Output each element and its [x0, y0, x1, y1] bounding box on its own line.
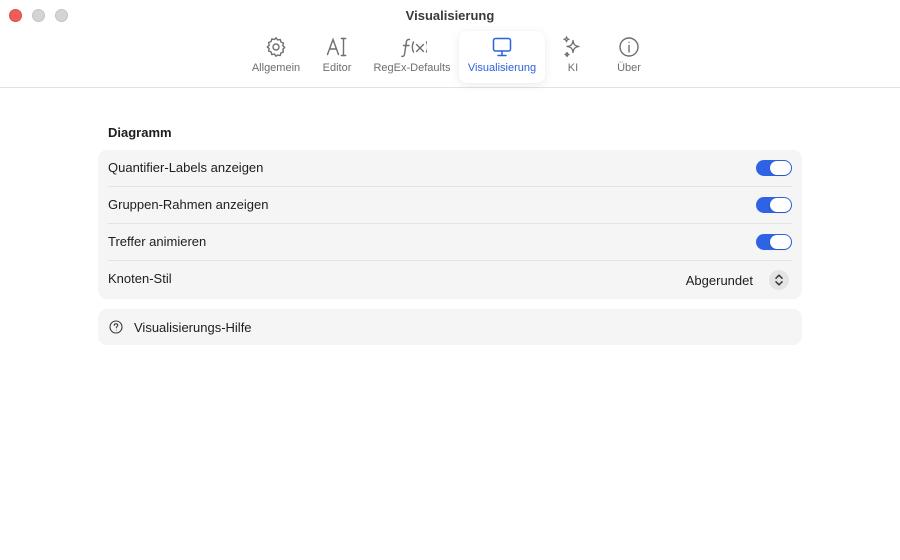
tab-regex-defaults[interactable]: RegEx-Defaults: [368, 31, 456, 83]
row-label: Treffer animieren: [108, 234, 207, 249]
gear-icon: [266, 37, 286, 57]
toggle-knob: [770, 198, 791, 212]
treffer-animieren-toggle[interactable]: [756, 234, 792, 250]
tab-label: KI: [567, 62, 579, 74]
display-icon: [492, 37, 512, 57]
diagram-settings-group: Quantifier-Labels anzeigen Gruppen-Rahme…: [98, 150, 802, 299]
settings-row-gruppen-rahmen: Gruppen-Rahmen anzeigen: [108, 187, 792, 224]
tab-label: Über: [617, 62, 641, 74]
tab-label: Allgemein: [251, 62, 301, 74]
row-label: Knoten-Stil: [108, 271, 172, 286]
tab-editor[interactable]: Editor: [314, 31, 360, 83]
tab-label: Visualisierung: [467, 62, 537, 74]
question-circle-icon: [109, 320, 123, 334]
gruppen-rahmen-toggle[interactable]: [756, 197, 792, 213]
toggle-knob: [770, 235, 791, 249]
window-title: Visualisierung: [405, 8, 495, 23]
tab-label: RegEx-Defaults: [373, 62, 451, 74]
row-label: Quantifier-Labels anzeigen: [108, 160, 264, 175]
settings-row-quantifier-labels: Quantifier-Labels anzeigen: [108, 150, 792, 187]
settings-row-treffer-animieren: Treffer animieren: [108, 224, 792, 261]
row-label: Gruppen-Rahmen anzeigen: [108, 197, 269, 212]
text-cursor-icon: [326, 37, 347, 57]
sparkles-icon: [563, 36, 580, 58]
tab-visualisierung[interactable]: Visualisierung: [459, 31, 545, 83]
settings-toolbar: Allgemein Editor RegEx-Defaults Visualis…: [0, 31, 900, 83]
tab-label: Editor: [322, 62, 352, 74]
help-label: Visualisierungs-Hilfe: [134, 320, 252, 335]
settings-row-knoten-stil: Knoten-Stil Abgerundet: [108, 261, 792, 298]
knoten-stil-select[interactable]: Abgerundet: [669, 269, 789, 290]
info-icon: [619, 37, 639, 57]
tab-ueber[interactable]: Über: [609, 31, 649, 83]
quantifier-labels-toggle[interactable]: [756, 160, 792, 176]
chevron-up-down-icon: [769, 270, 789, 290]
tab-allgemein[interactable]: Allgemein: [246, 31, 306, 83]
select-value: Abgerundet: [685, 273, 753, 288]
toggle-knob: [770, 161, 791, 175]
section-header-diagramm: Diagramm: [108, 125, 172, 140]
tab-ki[interactable]: KI: [553, 31, 593, 83]
function-icon: [401, 38, 427, 58]
window-titlebar: Visualisierung Allgemein Editor RegEx-De…: [0, 0, 900, 88]
visualisierungs-hilfe-link[interactable]: Visualisierungs-Hilfe: [98, 309, 802, 345]
